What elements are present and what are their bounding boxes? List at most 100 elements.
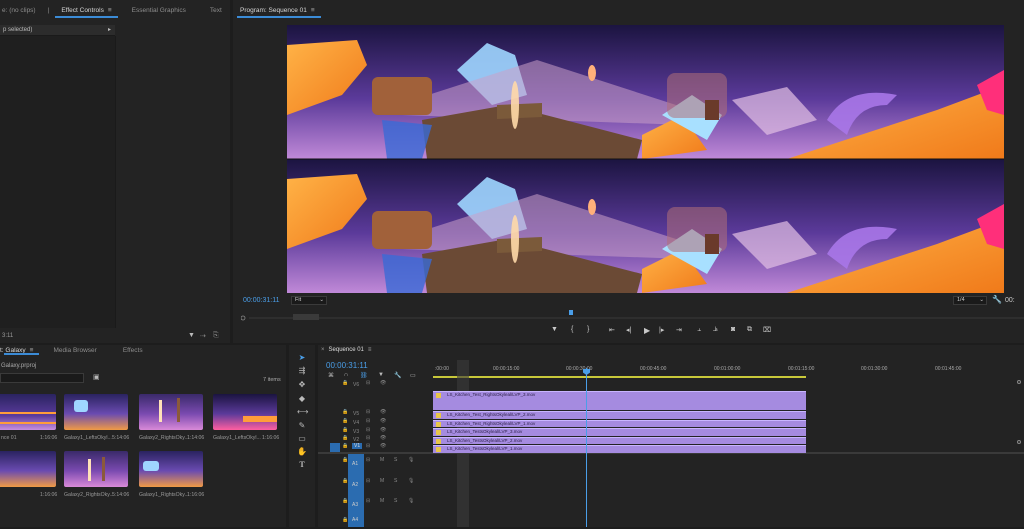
lock-icon[interactable]: 🔒 xyxy=(342,427,348,433)
sync-lock-icon[interactable]: ⊟ xyxy=(366,427,370,433)
vr-icon[interactable]: ⌧ xyxy=(763,326,771,334)
solo-button[interactable]: S xyxy=(394,478,397,484)
project-item-thumbnail[interactable] xyxy=(213,394,277,430)
play-arrow-icon[interactable]: ▸ xyxy=(108,26,111,33)
timeline-tab[interactable]: × Sequence 01 ≡ xyxy=(321,347,371,353)
clip-v6[interactable]: LS_Kitchen_Test_RightsOkyleal/LVP_3.mov xyxy=(433,391,806,399)
play-icon[interactable]: ▶ xyxy=(644,326,650,335)
snap-icon[interactable]: ∩ xyxy=(344,372,348,378)
step-back-icon[interactable]: ◂| xyxy=(626,326,631,334)
lock-icon[interactable]: 🔒 xyxy=(342,457,348,463)
track-select-tool-icon[interactable]: ⇶ xyxy=(297,366,307,376)
lock-icon[interactable]: 🔒 xyxy=(342,435,348,441)
panel-menu-icon[interactable]: ≡ xyxy=(108,0,112,22)
timeline-timecode[interactable]: 00:00:31:11 xyxy=(326,361,368,370)
sync-lock-icon[interactable]: ⊟ xyxy=(366,409,370,415)
lock-icon[interactable]: 🔒 xyxy=(342,380,348,386)
playhead[interactable] xyxy=(586,368,587,527)
lock-icon[interactable]: 🔒 xyxy=(342,443,348,449)
extract-icon[interactable]: ⫡ xyxy=(713,326,718,334)
razor-tool-icon[interactable]: ◆ xyxy=(297,394,307,404)
mark-out-icon[interactable]: } xyxy=(587,326,589,333)
sync-lock-icon[interactable]: ⊟ xyxy=(366,418,370,424)
time-ruler[interactable]: :00:00 00:00:15:00 00:00:30:00 00:00:45:… xyxy=(433,360,1024,378)
linked-selection-icon[interactable]: ⛓ xyxy=(360,372,368,379)
close-icon[interactable]: × xyxy=(321,347,325,353)
solo-button[interactable]: S xyxy=(394,498,397,504)
panel-menu-icon[interactable]: ≡ xyxy=(311,0,315,22)
ripple-edit-tool-icon[interactable]: ✥ xyxy=(297,380,307,390)
mute-button[interactable]: M xyxy=(380,478,384,484)
tab-effects[interactable]: Effects xyxy=(107,345,153,359)
project-item-thumbnail[interactable] xyxy=(0,394,56,430)
hand-tool-icon[interactable]: ✋ xyxy=(297,447,307,457)
project-item-thumbnail[interactable] xyxy=(0,451,56,487)
export-icon[interactable]: ⇢ xyxy=(200,332,206,340)
pen-tool-icon[interactable]: ✎ xyxy=(297,421,307,431)
step-forward-icon[interactable]: |▸ xyxy=(659,326,664,334)
track-header-a1[interactable]: 🔒 A1 ⊟ M S 🎙 xyxy=(330,457,422,469)
slip-tool-icon[interactable]: ⟷ xyxy=(297,407,308,417)
track-header-a2[interactable]: 🔒 A2 ⊟ M S 🎙 xyxy=(330,478,422,490)
tab-project[interactable]: t: Galaxy ≡ xyxy=(0,345,43,359)
sync-lock-icon[interactable]: ⊟ xyxy=(366,443,370,449)
export-frame-icon[interactable]: ◙ xyxy=(731,326,735,333)
wrench-icon[interactable]: 🔧 xyxy=(992,295,1002,304)
program-timecode[interactable]: 00:00:31:11 xyxy=(243,297,279,304)
go-to-out-icon[interactable]: ⇥ xyxy=(676,326,682,334)
new-bin-icon[interactable]: ▣ xyxy=(93,373,100,381)
eye-icon[interactable]: 👁 xyxy=(380,427,386,433)
zoom-select[interactable]: Fit ⌄ xyxy=(291,296,327,305)
lock-icon[interactable]: 🔒 xyxy=(342,418,348,424)
sync-lock-icon[interactable]: ⊟ xyxy=(366,380,370,386)
panel-menu-icon[interactable]: ≡ xyxy=(368,347,372,353)
microphone-icon[interactable]: 🎙 xyxy=(408,457,414,463)
clip-v2[interactable]: LS_Kitchen_TestsOkyleal/LVP_2.mov xyxy=(433,436,806,444)
project-item-thumbnail[interactable] xyxy=(139,451,203,487)
marker-icon[interactable]: ▼ xyxy=(378,372,384,378)
type-tool-icon[interactable]: T xyxy=(297,460,307,470)
eye-icon[interactable]: 👁 xyxy=(380,409,386,415)
microphone-icon[interactable]: 🎙 xyxy=(408,478,414,484)
panel-menu-icon[interactable]: ≡ xyxy=(30,345,34,357)
sync-lock-icon[interactable]: ⊟ xyxy=(366,435,370,441)
eye-icon[interactable]: 👁 xyxy=(380,443,386,449)
lift-icon[interactable]: ⫠ xyxy=(697,326,701,334)
resolution-select[interactable]: 1/4 ⌄ xyxy=(953,296,987,305)
solo-button[interactable]: S xyxy=(394,457,397,463)
captions-icon[interactable]: ▭ xyxy=(410,372,416,379)
project-item-thumbnail[interactable] xyxy=(139,394,203,430)
eye-icon[interactable]: 👁 xyxy=(380,380,386,386)
lock-icon[interactable]: 🔒 xyxy=(342,409,348,415)
project-item-thumbnail[interactable] xyxy=(64,394,128,430)
lock-icon[interactable]: 🔒 xyxy=(342,517,348,523)
tab-media-browser[interactable]: Media Browser xyxy=(43,345,106,359)
settings-wrench-icon[interactable]: 🔧 xyxy=(394,372,401,379)
eye-icon[interactable]: 👁 xyxy=(380,418,386,424)
work-area-bar[interactable] xyxy=(433,376,806,378)
track-header-v6[interactable]: 🔒 V6 ⊟ 👁 xyxy=(330,380,422,392)
lock-icon[interactable]: 🔒 xyxy=(342,498,348,504)
add-marker-icon[interactable]: ▼ xyxy=(551,326,558,333)
lock-icon[interactable]: 🔒 xyxy=(342,478,348,484)
go-to-in-icon[interactable]: ⇤ xyxy=(609,326,615,334)
rectangle-tool-icon[interactable]: ▭ xyxy=(297,434,307,444)
selection-tool-icon[interactable]: ➤ xyxy=(297,353,307,363)
comparison-view-icon[interactable]: ⧉ xyxy=(747,326,752,334)
microphone-icon[interactable]: 🎙 xyxy=(408,498,414,504)
tab-program-monitor[interactable]: Program: Sequence 01 ≡ xyxy=(233,0,325,22)
mute-button[interactable]: M xyxy=(380,457,384,463)
clip-v6-body[interactable] xyxy=(433,399,806,410)
tab-text[interactable]: Text xyxy=(196,0,230,22)
tab-effect-controls[interactable]: Effect Controls ≡ xyxy=(51,0,121,22)
clip-v1[interactable]: LS_Kitchen_TestsOkyleal/LVP_1.mov xyxy=(433,445,806,453)
filter-icon[interactable]: ▼ xyxy=(188,332,195,339)
eye-icon[interactable]: 👁 xyxy=(380,435,386,441)
clip-v5[interactable]: LS_Kitchen_Test_RightsOkyleal/LVP_2.mov xyxy=(433,411,806,419)
sync-lock-icon[interactable]: ⊟ xyxy=(366,498,370,504)
clip-v4[interactable]: LS_Kitchen_Test_RightsOkyleal/LVP_1.mov xyxy=(433,419,806,427)
export-frame-icon[interactable]: ⎘ xyxy=(213,332,219,340)
clip-v3[interactable]: LS_Kitchen_TestsOkyleal/LVP_3.mov xyxy=(433,428,806,436)
mark-in-icon[interactable]: { xyxy=(571,326,573,333)
sync-lock-icon[interactable]: ⊟ xyxy=(366,457,370,463)
